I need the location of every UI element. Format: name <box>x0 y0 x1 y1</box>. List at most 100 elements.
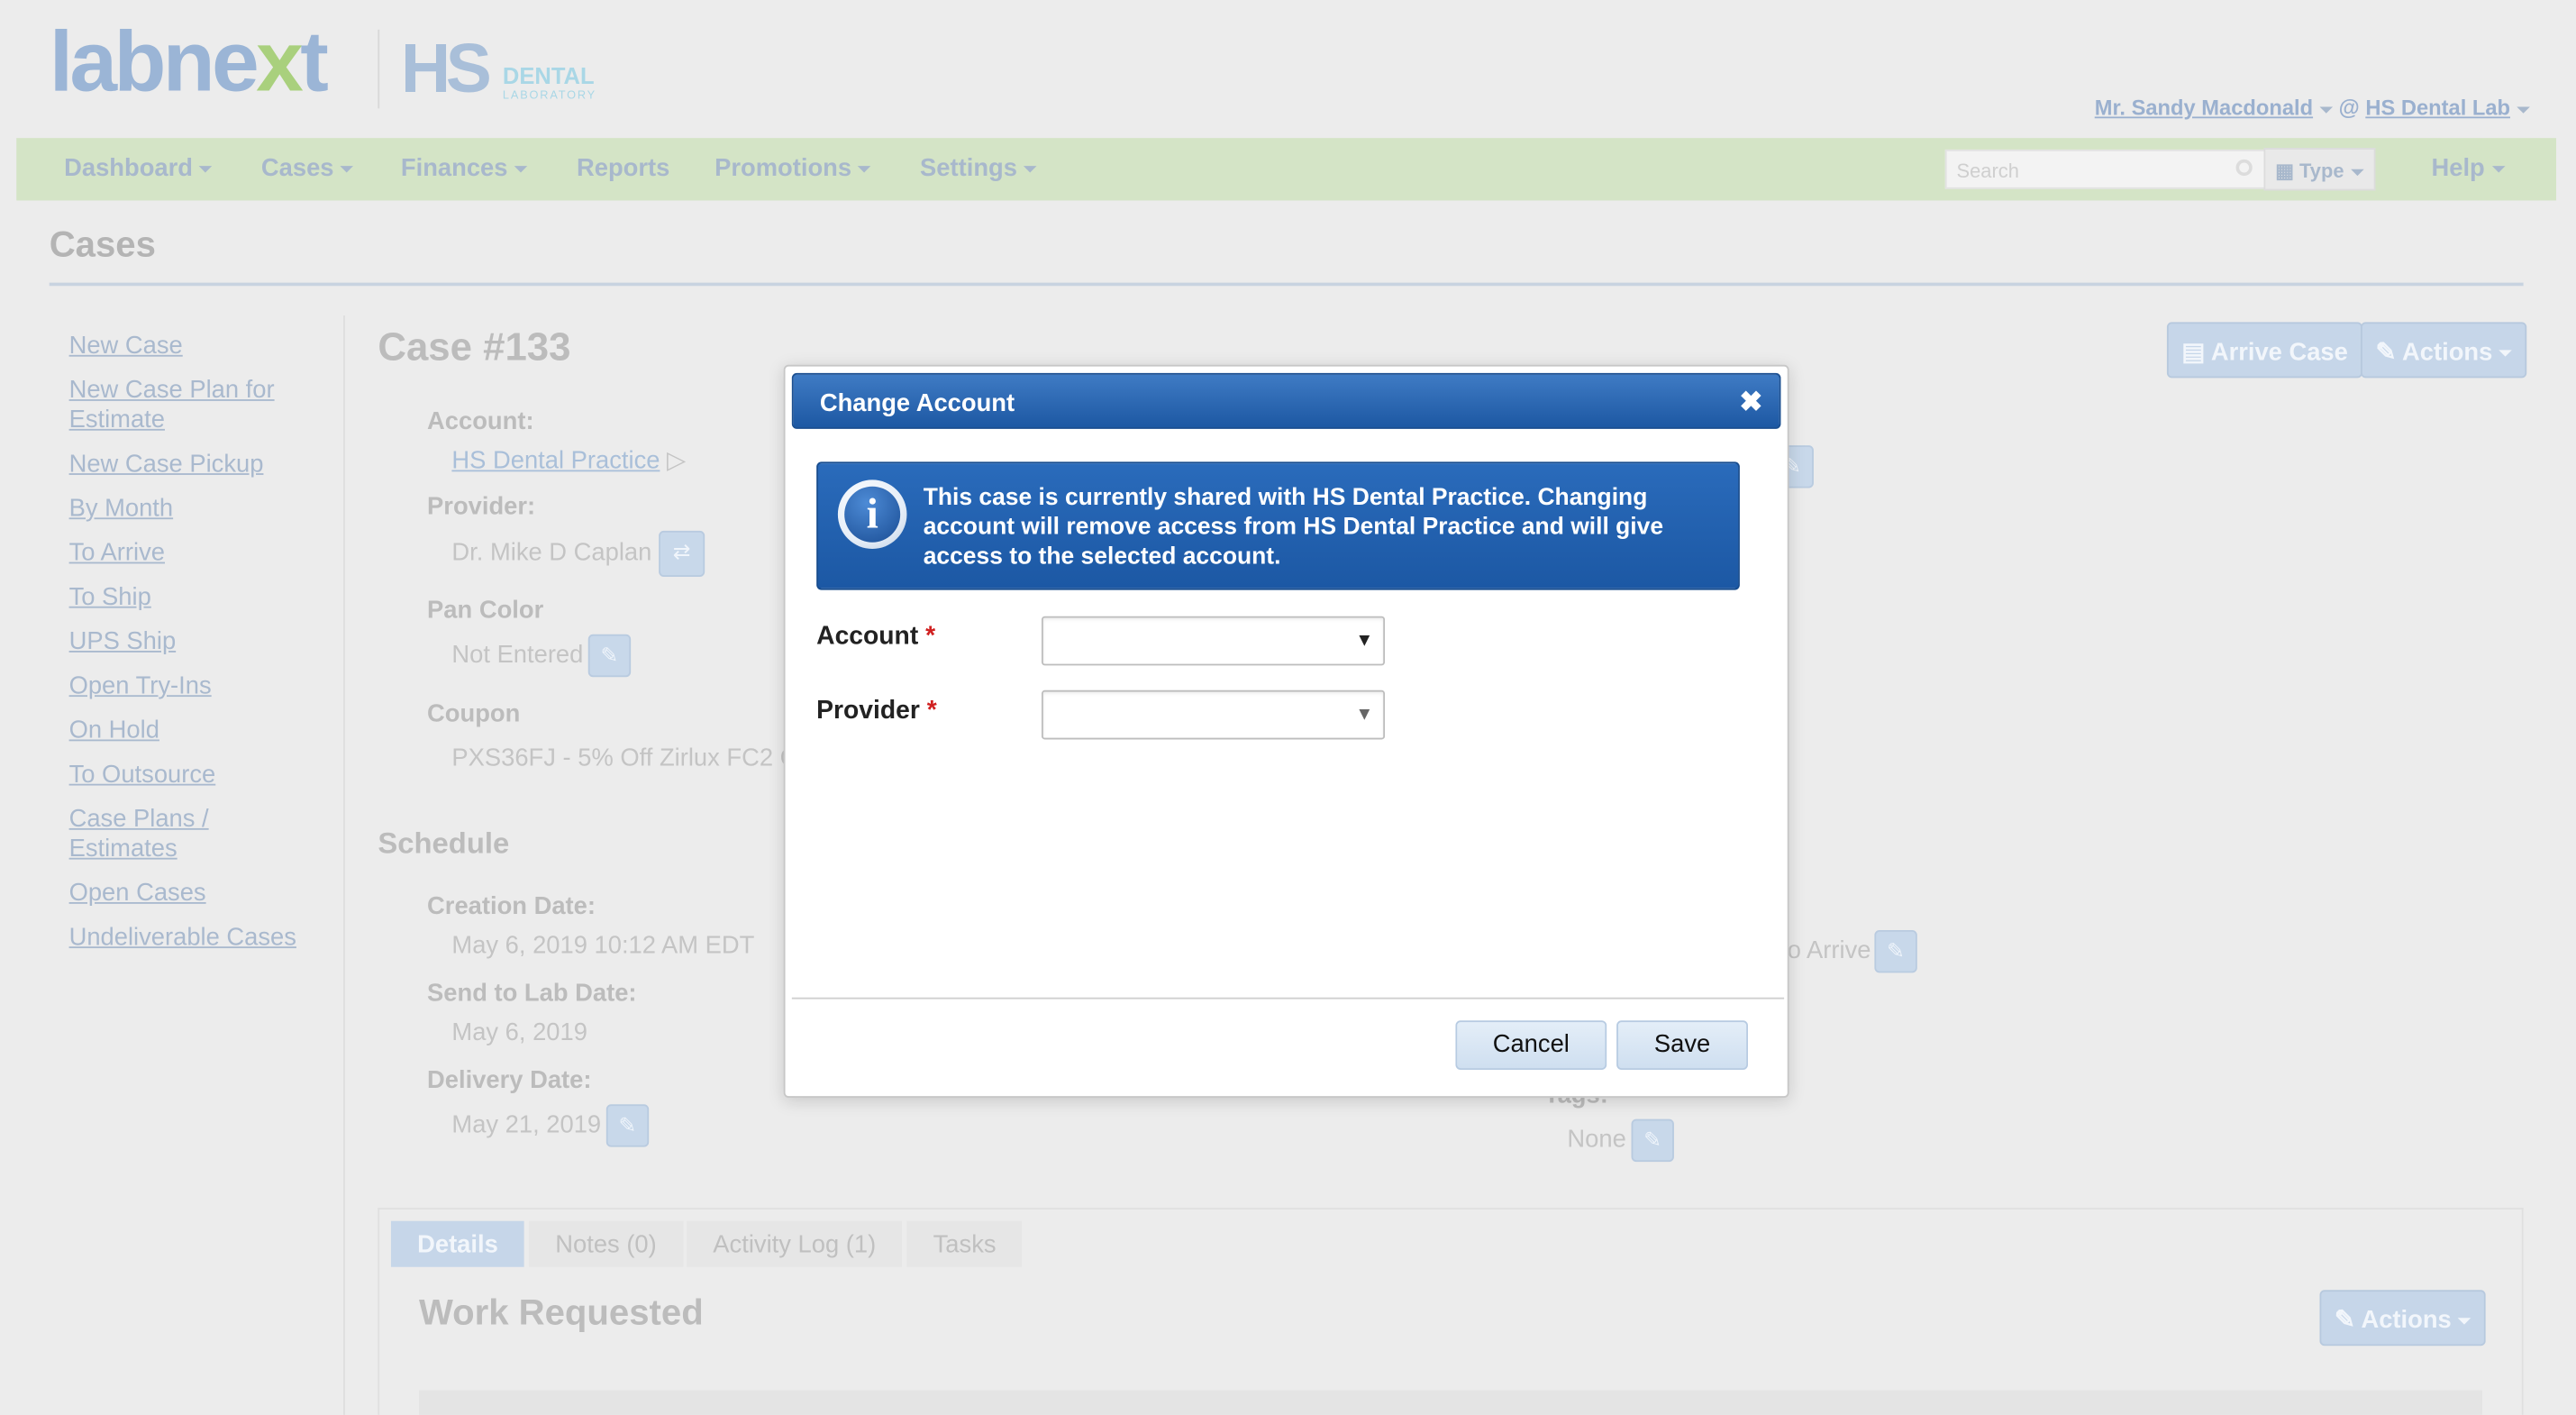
required-marker: * <box>926 697 937 726</box>
provider-field-label: Provider * <box>816 697 937 726</box>
arrive-icon: ▤ <box>2181 338 2206 367</box>
nav-help[interactable]: Help <box>2431 154 2505 182</box>
sidebar-item-by-month[interactable]: By Month <box>69 495 315 525</box>
case-actions-label: Actions <box>2402 338 2493 367</box>
search-input[interactable]: Search <box>1944 149 2268 189</box>
send-date-value: May 6, 2019 <box>451 1018 587 1047</box>
account-link[interactable]: HS Dental Practice <box>451 447 660 475</box>
chevron-down-icon <box>2458 1318 2471 1325</box>
sidebar-item-new-case[interactable]: New Case <box>69 332 315 361</box>
status-value: o Arrive <box>1787 936 1871 965</box>
swap-icon: ⇄ <box>672 539 691 564</box>
edit-status-button[interactable]: ✎ <box>1874 929 1917 973</box>
tab-details[interactable]: Details <box>390 1220 525 1267</box>
cases-sidebar: New Case New Case Plan for Estimate New … <box>16 315 345 1415</box>
nav-reports-label: Reports <box>576 154 670 183</box>
sidebar-item-new-case-pickup[interactable]: New Case Pickup <box>69 451 315 480</box>
provider-value: Dr. Mike D Caplan <box>451 539 652 568</box>
logo-divider <box>378 29 380 109</box>
pencil-icon: ✎ <box>2334 1306 2355 1335</box>
schedule-heading: Schedule <box>378 826 510 860</box>
chevron-down-icon <box>2491 166 2505 173</box>
case-actions-button[interactable]: ✎ Actions <box>2361 322 2527 379</box>
cancel-button[interactable]: Cancel <box>1455 1020 1607 1070</box>
chevron-down-icon <box>2517 105 2530 114</box>
work-table-header <box>418 1390 2483 1415</box>
work-actions-button[interactable]: ✎ Actions <box>2319 1290 2487 1347</box>
nav-cases[interactable]: Cases <box>260 154 354 183</box>
sidebar-item-on-hold[interactable]: On Hold <box>69 717 315 746</box>
close-icon[interactable]: ✖ <box>1739 386 1762 418</box>
labnext-logo[interactable]: labnext <box>49 14 329 112</box>
tab-tasks[interactable]: Tasks <box>906 1220 1023 1267</box>
creation-date-label: Creation Date: <box>427 892 596 921</box>
sidebar-item-new-case-plan[interactable]: New Case Plan for Estimate <box>69 377 315 436</box>
external-link-icon[interactable]: ▷ <box>667 447 686 475</box>
logo-text-a: labne <box>49 14 259 111</box>
send-date-label: Send to Lab Date: <box>427 979 637 1008</box>
nav-cases-label: Cases <box>260 154 334 183</box>
pencil-icon: ✎ <box>600 642 619 668</box>
sidebar-item-open-try-ins[interactable]: Open Try-Ins <box>69 672 315 702</box>
edit-delivery-date-button[interactable]: ✎ <box>605 1104 650 1147</box>
app-page: labnext HS DENTAL LABORATORY Mr. Sandy M… <box>0 0 2576 1415</box>
hs-logo-mark: HS <box>400 29 492 107</box>
dropdown-arrow-icon: ▼ <box>1355 631 1374 652</box>
lab-name: HS Dental Lab <box>2365 95 2511 121</box>
search-icon[interactable] <box>2235 159 2253 177</box>
change-provider-button[interactable]: ⇄ <box>659 530 705 577</box>
title-divider <box>49 282 2524 287</box>
delivery-date-value: May 21, 2019 <box>451 1110 602 1139</box>
search-type-dropdown[interactable]: ▦ Type <box>2263 148 2376 191</box>
sidebar-item-to-ship[interactable]: To Ship <box>69 583 315 613</box>
change-account-dialog: Change Account ✖ i This case is currentl… <box>783 364 1789 1098</box>
nav-finances[interactable]: Finances <box>401 154 528 182</box>
type-label: Type <box>2299 159 2344 183</box>
sidebar-item-open-cases[interactable]: Open Cases <box>69 879 315 908</box>
provider-select[interactable]: ▼ <box>1041 689 1386 740</box>
user-info: Mr. Sandy Macdonald @ HS Dental Lab <box>2095 96 2530 120</box>
lab-menu-link[interactable]: HS Dental Lab <box>2365 96 2530 120</box>
calendar-icon: ▦ <box>2275 159 2294 183</box>
arrive-case-button[interactable]: ▤ Arrive Case <box>2166 322 2363 379</box>
account-select[interactable]: ▼ <box>1041 616 1386 666</box>
sidebar-item-to-arrive[interactable]: To Arrive <box>69 539 315 569</box>
coupon-value: PXS36FJ - 5% Off Zirlux FC2 C <box>451 744 789 772</box>
nav-dashboard[interactable]: Dashboard <box>64 154 213 182</box>
chevron-down-icon <box>199 166 213 173</box>
nav-reports[interactable]: Reports <box>577 154 669 182</box>
pencil-icon: ✎ <box>618 1112 637 1137</box>
pan-color-label: Pan Color <box>427 596 544 625</box>
edit-pan-color-button[interactable]: ✎ <box>587 634 632 678</box>
delivery-date-label: Delivery Date: <box>427 1066 592 1095</box>
user-menu-link[interactable]: Mr. Sandy Macdonald <box>2095 96 2333 120</box>
edit-tags-button[interactable]: ✎ <box>1631 1118 1674 1163</box>
sidebar-item-undeliverable-cases[interactable]: Undeliverable Cases <box>69 924 365 954</box>
account-label: Account: <box>427 407 534 436</box>
sidebar-item-case-plans[interactable]: Case Plans / Estimates <box>69 805 250 864</box>
nav-settings-label: Settings <box>920 154 1017 183</box>
nav-settings[interactable]: Settings <box>920 154 1037 182</box>
save-button[interactable]: Save <box>1616 1020 1748 1070</box>
tab-activity-log[interactable]: Activity Log (1) <box>687 1220 903 1267</box>
creation-date-value: May 6, 2019 10:12 AM EDT <box>451 931 755 960</box>
tab-notes[interactable]: Notes (0) <box>529 1220 683 1267</box>
page-title: Cases <box>49 223 156 265</box>
pencil-icon: ✎ <box>1887 938 1906 963</box>
chevron-down-icon <box>2319 105 2333 114</box>
info-message-text: This case is currently shared with HS De… <box>923 484 1664 571</box>
dialog-titlebar[interactable]: Change Account ✖ <box>791 372 1781 429</box>
dropdown-arrow-icon: ▼ <box>1355 705 1374 726</box>
nav-promotions[interactable]: Promotions <box>715 154 871 182</box>
sidebar-item-to-outsource[interactable]: To Outsource <box>69 761 315 790</box>
info-message: i This case is currently shared with HS … <box>816 461 1740 590</box>
at-sign: @ <box>2338 95 2360 121</box>
logo-text-x: x <box>256 14 304 111</box>
hs-dental-logo: HS DENTAL LABORATORY <box>401 23 614 115</box>
account-field-label: Account * <box>816 623 935 653</box>
hs-logo-dental: DENTAL <box>502 62 595 89</box>
app-header: labnext HS DENTAL LABORATORY Mr. Sandy M… <box>0 0 2576 138</box>
pencil-icon: ✎ <box>1643 1127 1662 1153</box>
sidebar-item-ups-ship[interactable]: UPS Ship <box>69 628 315 658</box>
provider-label: Provider: <box>427 492 536 521</box>
